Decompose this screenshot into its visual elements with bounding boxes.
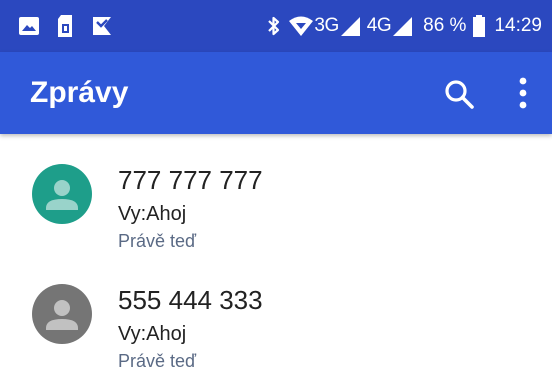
conversation-timestamp: Právě teď [118, 231, 197, 251]
conversation-item[interactable]: 555 444 333 Vy:Ahoj Právě teď [0, 254, 552, 374]
conversation-title: 555 444 333 [118, 285, 263, 315]
conversation-snippet: Vy:Ahoj [118, 203, 187, 225]
search-icon [445, 80, 474, 109]
battery-percentage: 86 % [423, 15, 467, 36]
sim-card-icon [56, 14, 74, 38]
conversation-item[interactable]: 777 777 777 Vy:Ahoj Právě teď [0, 134, 552, 254]
search-button[interactable] [443, 78, 475, 110]
network-type-4g: 4G [366, 15, 392, 36]
conversation-timestamp: Právě teď [118, 351, 197, 371]
network-type-3g: 3G [314, 15, 339, 36]
contact-avatar-icon [32, 284, 92, 344]
status-notifications [18, 14, 114, 38]
conversation-snippet: Vy:Ahoj [118, 323, 187, 345]
missed-call-icon [90, 14, 114, 38]
conversation-title: 777 777 777 [118, 165, 263, 195]
avatar [32, 284, 92, 344]
avatar [32, 164, 92, 224]
signal-icon [339, 15, 361, 37]
battery-icon [472, 14, 486, 38]
more-vert-icon [519, 77, 527, 109]
more-options-button[interactable] [508, 76, 538, 110]
page-title: Zprávy [30, 76, 129, 109]
app-toolbar: Zprávy [0, 52, 552, 134]
clock: 14:29 [494, 15, 542, 36]
status-indicators: 3G 4G 86 % 14:29 [266, 12, 542, 40]
image-icon [18, 15, 40, 37]
signal-icon [391, 15, 413, 37]
bluetooth-icon [266, 14, 282, 38]
wifi-icon [288, 15, 314, 37]
status-bar: 3G 4G 86 % 14:29 [0, 0, 552, 52]
contact-avatar-icon [32, 164, 92, 224]
